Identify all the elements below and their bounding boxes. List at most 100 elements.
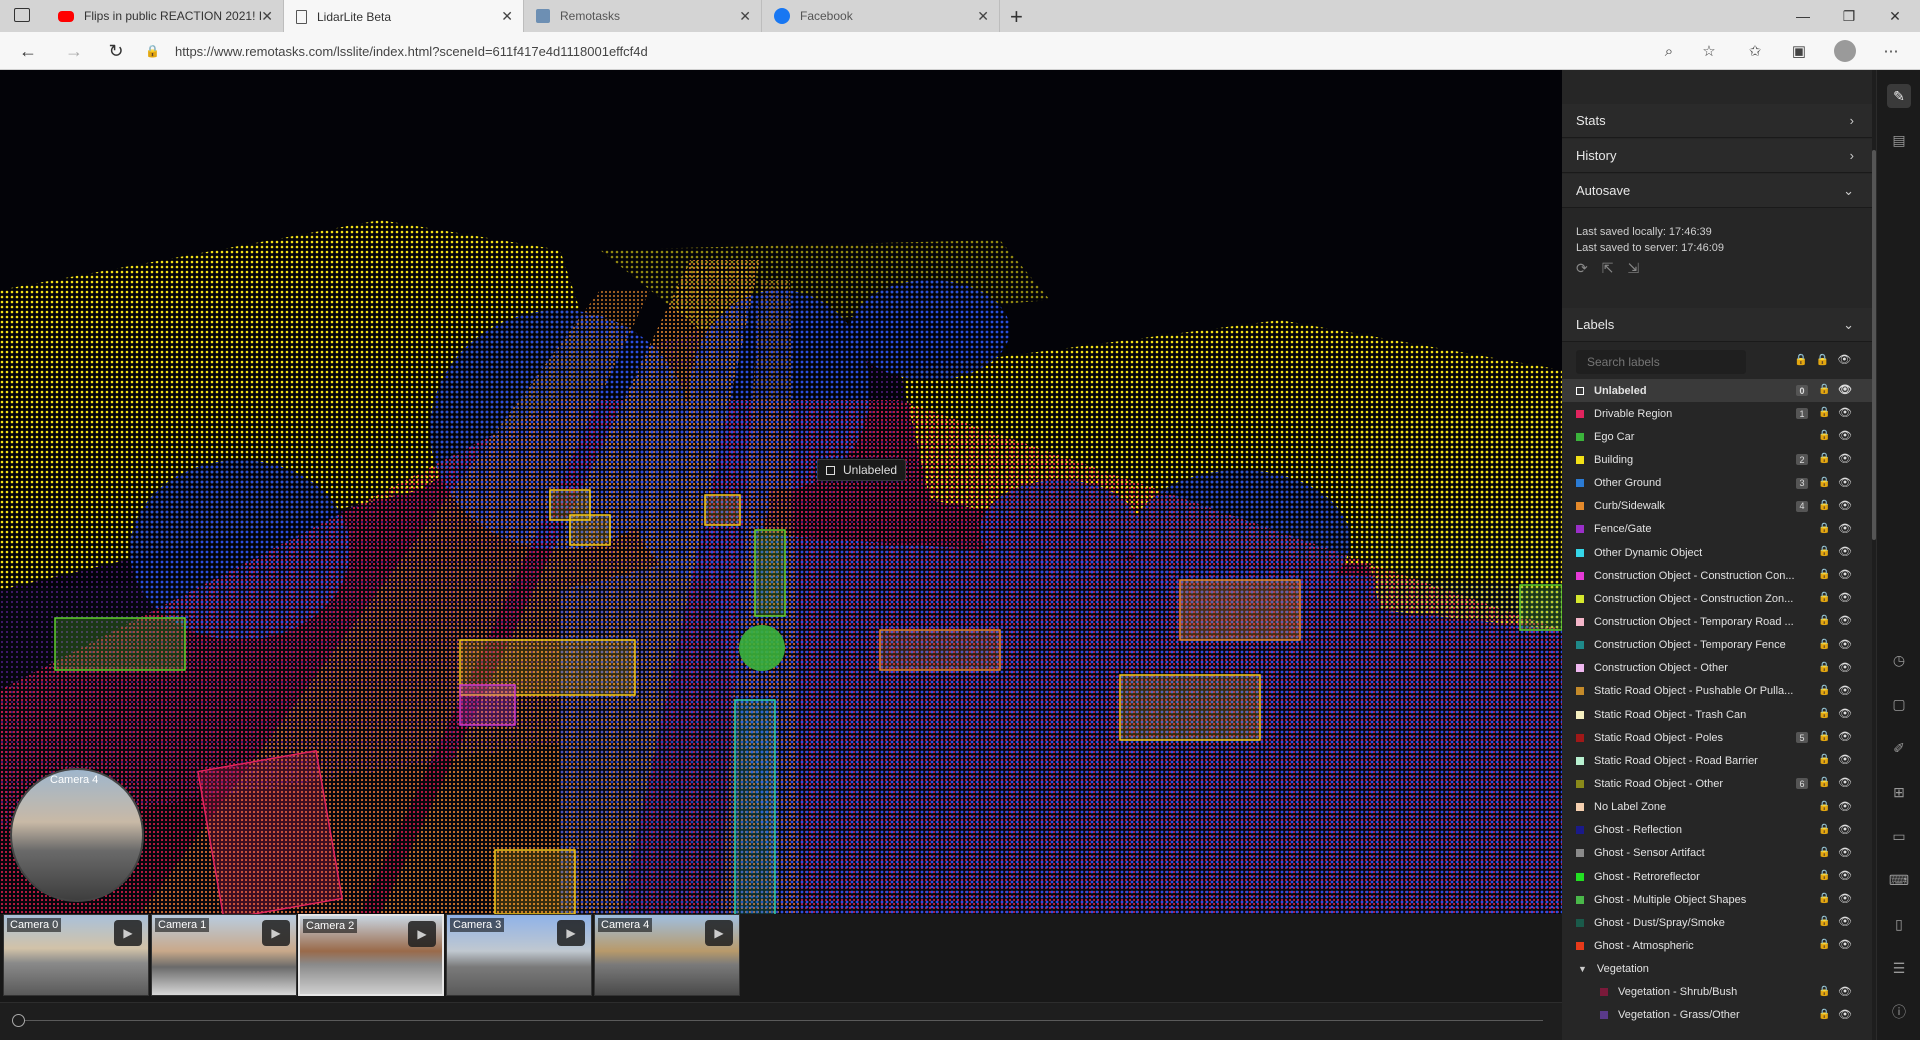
eye-icon[interactable]: 👁 xyxy=(1838,429,1852,442)
lock-icon[interactable]: 🔒 xyxy=(1818,546,1830,557)
eye-icon[interactable]: 👁 xyxy=(1838,892,1852,905)
lock-icon[interactable]: 🔒 xyxy=(1818,662,1830,673)
label-row[interactable]: Ghost - Retroreflector 🔒 👁 xyxy=(1562,865,1872,888)
lock-icon[interactable]: 🔒 xyxy=(1818,939,1830,950)
eye-icon[interactable]: 👁 xyxy=(1838,452,1852,465)
back-icon[interactable]: ← xyxy=(14,37,42,65)
lock-icon[interactable]: 🔒 xyxy=(1818,592,1830,603)
lock-icon[interactable]: 🔒 xyxy=(1818,523,1830,534)
lock-icon[interactable]: 🔒 xyxy=(1818,986,1830,997)
lidar-viewport[interactable]: Unlabeled Camera 4 xyxy=(0,70,1562,914)
camera-thumb-1[interactable]: Camera 1 ▶ xyxy=(151,914,297,996)
eye-icon[interactable]: 👁 xyxy=(1838,823,1852,836)
chat-icon[interactable]: ▭ xyxy=(1887,824,1911,848)
label-row[interactable]: Static Road Object - Pushable Or Pulla..… xyxy=(1562,680,1872,703)
forward-icon[interactable]: → xyxy=(60,37,88,65)
list-icon[interactable]: ☰ xyxy=(1887,956,1911,980)
label-row[interactable]: Ghost - Dust/Spray/Smoke 🔒 👁 xyxy=(1562,911,1872,934)
label-row[interactable]: Construction Object - Temporary Road ...… xyxy=(1562,610,1872,633)
label-row[interactable]: Static Road Object - Other 6 🔒 👁 xyxy=(1562,772,1872,795)
eye-icon[interactable]: 👁 xyxy=(1838,638,1852,651)
eye-icon[interactable]: 👁 xyxy=(1838,499,1852,512)
video-icon[interactable]: ▶ xyxy=(408,921,436,947)
label-row[interactable]: Ghost - Atmospheric 🔒 👁 xyxy=(1562,934,1872,957)
tab-actions-icon[interactable] xyxy=(14,8,30,22)
label-row[interactable]: Ghost - Sensor Artifact 🔒 👁 xyxy=(1562,842,1872,865)
lock-icon[interactable]: 🔒 xyxy=(1818,453,1830,464)
eye-icon[interactable]: 👁 xyxy=(1838,406,1852,419)
stats-section-header[interactable]: Stats › xyxy=(1562,104,1872,138)
lock-icon[interactable]: 🔒 xyxy=(1818,430,1830,441)
lock-icon[interactable]: 🔒 xyxy=(1818,615,1830,626)
eye-icon[interactable]: 👁 xyxy=(1838,846,1852,859)
collections-icon[interactable]: ▣ xyxy=(1786,38,1812,64)
timeline-track[interactable] xyxy=(18,1020,1543,1021)
lock-icon[interactable]: 🔒 xyxy=(1818,708,1830,719)
label-row[interactable]: Construction Object - Temporary Fence 🔒 👁 xyxy=(1562,634,1872,657)
camera-thumb-2[interactable]: Camera 2 ▶ xyxy=(298,914,444,996)
eye-icon[interactable]: 👁 xyxy=(1838,938,1852,951)
label-row[interactable]: Static Road Object - Trash Can 🔒 👁 xyxy=(1562,703,1872,726)
label-row[interactable]: Ghost - Multiple Object Shapes 🔒 👁 xyxy=(1562,888,1872,911)
close-window-icon[interactable]: ✕ xyxy=(1872,0,1918,32)
video-icon[interactable]: ▶ xyxy=(557,920,585,946)
eye-icon[interactable]: 👁 xyxy=(1838,661,1852,674)
frame-timeline[interactable] xyxy=(0,1002,1562,1040)
more-menu-icon[interactable]: ⋯ xyxy=(1878,38,1904,64)
point-cloud-canvas[interactable] xyxy=(0,70,1562,914)
zoom-icon[interactable]: ⌕ xyxy=(1656,38,1682,64)
eye-icon[interactable]: 👁 xyxy=(1838,545,1852,558)
eye-icon[interactable]: 👁 xyxy=(1838,753,1852,766)
lock-icon[interactable]: 🔒 xyxy=(1818,731,1830,742)
lock-icon[interactable]: 🔒 xyxy=(1818,384,1830,395)
label-row[interactable]: Ghost - Reflection 🔒 👁 xyxy=(1562,819,1872,842)
book-icon[interactable]: ▯ xyxy=(1887,912,1911,936)
label-row[interactable]: Other Ground 3 🔒 👁 xyxy=(1562,472,1872,495)
close-tab-icon[interactable]: ✕ xyxy=(261,8,273,25)
comment-icon[interactable]: ▢ xyxy=(1887,692,1911,716)
history-section-header[interactable]: History › xyxy=(1562,139,1872,173)
lock-icon[interactable]: 🔒 xyxy=(1818,870,1830,881)
eye-icon[interactable]: 👁 xyxy=(1838,383,1852,396)
lock-icon[interactable]: 🔒 xyxy=(1818,639,1830,650)
label-row[interactable]: Ego Car 🔒 👁 xyxy=(1562,425,1872,448)
lock-icon[interactable]: 🔒 xyxy=(1818,754,1830,765)
new-tab-button[interactable]: + xyxy=(1010,4,1023,30)
close-tab-icon[interactable]: ✕ xyxy=(977,8,989,25)
eye-icon[interactable]: 👁 xyxy=(1838,707,1852,720)
lock-icon[interactable]: 🔒 xyxy=(1818,847,1830,858)
camera-thumb-4[interactable]: Camera 4 ▶ xyxy=(594,914,740,996)
search-labels-input[interactable] xyxy=(1576,350,1746,374)
label-row[interactable]: Drivable Region 1 🔒 👁 xyxy=(1562,402,1872,425)
eye-icon[interactable]: 👁 xyxy=(1838,800,1852,813)
eye-icon[interactable]: 👁 xyxy=(1838,915,1852,928)
add-icon[interactable]: ⊞ xyxy=(1887,780,1911,804)
tab-lidarlite[interactable]: LidarLite Beta ✕ xyxy=(284,0,524,33)
label-row[interactable]: Static Road Object - Poles 5 🔒 👁 xyxy=(1562,726,1872,749)
eye-icon[interactable]: 👁 xyxy=(1838,568,1852,581)
video-icon[interactable]: ▶ xyxy=(114,920,142,946)
eye-icon[interactable]: 👁 xyxy=(1838,476,1852,489)
label-row[interactable]: Other Dynamic Object 🔒 👁 xyxy=(1562,541,1872,564)
lock-icon[interactable]: 🔒 xyxy=(1818,824,1830,835)
lock-icon[interactable]: 🔒 xyxy=(1818,407,1830,418)
tab-facebook[interactable]: Facebook ✕ xyxy=(762,0,1000,32)
eye-icon[interactable]: 👁 xyxy=(1838,614,1852,627)
minimize-icon[interactable]: — xyxy=(1780,0,1826,32)
profile-avatar[interactable] xyxy=(1832,38,1858,64)
import-icon[interactable]: ⇲ xyxy=(1627,260,1639,277)
refresh-icon[interactable]: ↻ xyxy=(102,37,130,65)
camera-thumb-0[interactable]: Camera 0 ▶ xyxy=(3,914,149,996)
edit-comment-icon[interactable]: ✐ xyxy=(1887,736,1911,760)
tab-youtube[interactable]: Flips in public REACTION 2021! I ✕ xyxy=(46,0,284,32)
lock-icon[interactable]: 🔒 xyxy=(1818,893,1830,904)
lock-icon[interactable]: 🔒 xyxy=(1818,916,1830,927)
label-row[interactable]: Construction Object - Other 🔒 👁 xyxy=(1562,657,1872,680)
lock-icon[interactable]: 🔒 xyxy=(1818,477,1830,488)
label-row[interactable]: Building 2 🔒 👁 xyxy=(1562,448,1872,471)
lock-icon[interactable]: 🔒 xyxy=(1818,569,1830,580)
url-bar[interactable]: 🔒 https://www.remotasks.com/lsslite/inde… xyxy=(145,37,1710,65)
eye-icon[interactable]: 👁 xyxy=(1838,522,1852,535)
eye-icon[interactable]: 👁 xyxy=(1838,591,1852,604)
autosave-section-header[interactable]: Autosave ⌄ xyxy=(1562,174,1872,208)
